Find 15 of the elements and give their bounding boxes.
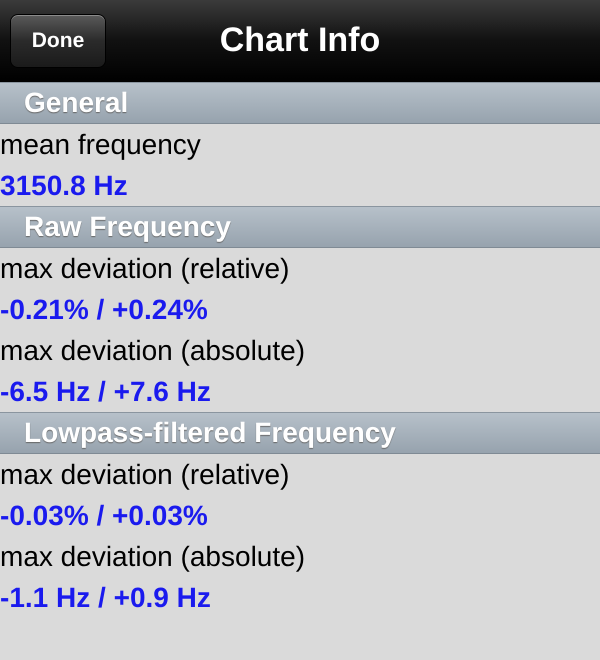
section-title: Lowpass-filtered Frequency xyxy=(24,417,396,449)
info-label: max deviation (relative) xyxy=(0,458,290,492)
info-value: 3150.8 Hz xyxy=(0,169,129,203)
info-value: -0.03% / +0.03% xyxy=(0,499,209,533)
info-label: max deviation (relative) xyxy=(0,252,290,286)
info-label: max deviation (absolute) xyxy=(0,540,306,574)
info-value: -1.1 Hz / +0.9 Hz xyxy=(0,581,212,615)
info-label: max deviation (absolute) xyxy=(0,334,306,368)
done-button[interactable]: Done xyxy=(10,14,106,68)
section-title: Raw Frequency xyxy=(24,211,231,243)
info-value: -0.21% / +0.24% xyxy=(0,293,209,327)
info-value: -6.5 Hz / +7.6 Hz xyxy=(0,375,212,409)
info-label: mean frequency xyxy=(0,128,202,162)
screen-title: Chart Info xyxy=(220,20,380,60)
section-title: General xyxy=(24,87,128,119)
